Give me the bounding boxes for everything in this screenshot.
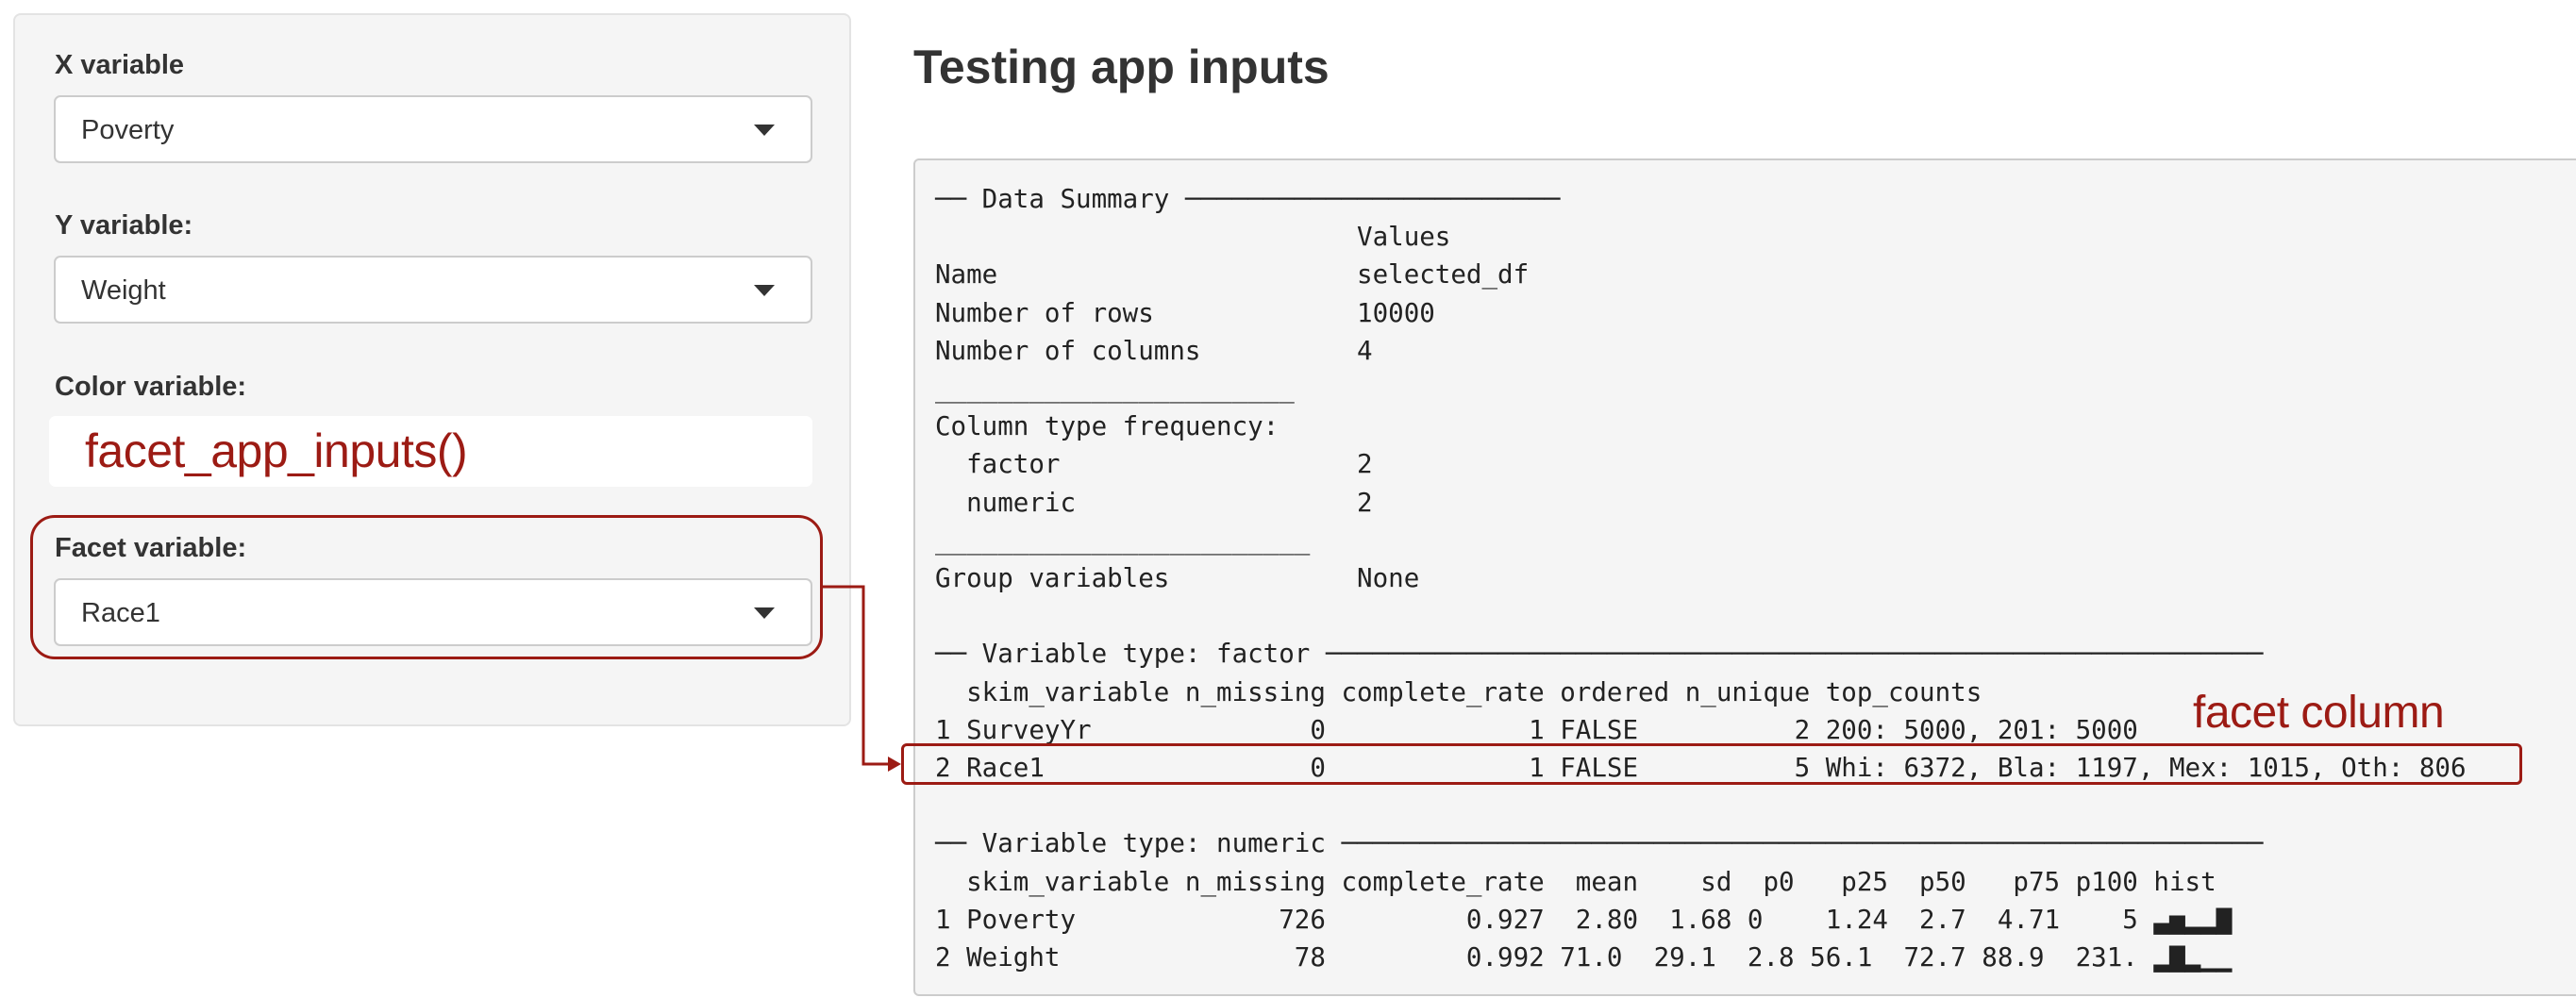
chevron-down-icon [754, 125, 775, 136]
y-variable-label: Y variable: [55, 210, 193, 241]
facet-input-highlight [30, 515, 823, 659]
color-variable-label: Color variable: [55, 372, 247, 402]
page-title: Testing app inputs [913, 41, 1330, 93]
facet-row-highlight [901, 743, 2522, 785]
x-variable-label: X variable [55, 50, 185, 80]
column-annotation: facet column [2193, 688, 2445, 738]
chevron-down-icon [754, 285, 775, 296]
skim-output-console: ── Data Summary ────────────────────────… [913, 158, 2576, 996]
x-variable-select[interactable]: Poverty [54, 95, 812, 163]
x-variable-value: Poverty [81, 115, 175, 145]
y-variable-value: Weight [81, 275, 166, 306]
y-variable-select[interactable]: Weight [54, 256, 812, 324]
function-annotation: facet_app_inputs() [85, 424, 468, 477]
console-text: ── Data Summary ────────────────────────… [935, 184, 2467, 973]
